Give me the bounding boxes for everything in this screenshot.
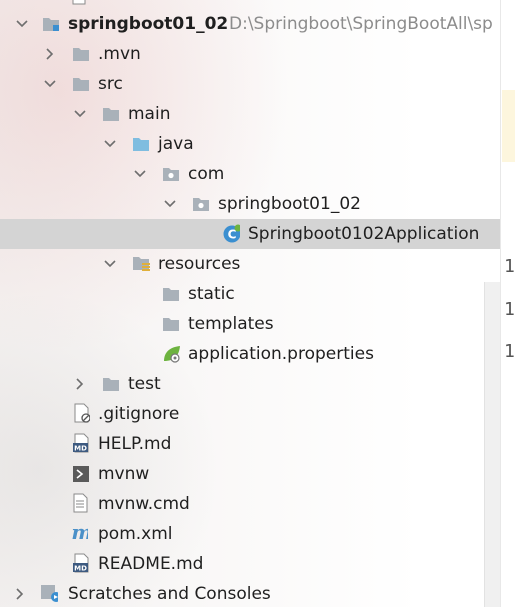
tree-row-com[interactable]: com [0,159,500,189]
svg-text:m: m [71,522,88,542]
folder-icon [162,285,180,303]
folder-icon [72,45,90,63]
tree-row-project[interactable]: springboot01_02 D:\Springboot\SpringBoot… [0,9,500,39]
spring-properties-icon [162,345,180,363]
tree-label: application.properties [188,344,374,364]
tree-row-pom[interactable]: m pom.xml [0,519,500,549]
chevron-down-icon[interactable] [44,78,56,90]
tree-row-static[interactable]: static [0,279,500,309]
scratches-icon [40,584,58,602]
tree-row-gitignore[interactable]: .gitignore [0,399,500,429]
tree-label: test [128,374,161,394]
chevron-right-icon[interactable] [44,48,56,60]
tree-label: main [128,104,171,124]
markdown-file-icon: MD [72,553,90,573]
tree-row-main[interactable]: main [0,99,500,129]
tree-label: mvnw [98,464,150,484]
chevron-down-icon[interactable] [104,138,116,150]
maven-icon: m [70,522,88,542]
tree-label: HELP.md [98,434,172,454]
tree-label: .gitignore [98,404,180,424]
file-icon [70,0,88,6]
tree-row-mvnw[interactable]: mvnw [0,459,500,489]
tree-label: src [98,74,123,94]
tree-row-help-md[interactable]: MD HELP.md [0,429,500,459]
tree-label: README.md [98,554,204,574]
chevron-down-icon[interactable] [134,168,146,180]
package-icon [192,195,210,213]
tree-row-java[interactable]: java [0,129,500,159]
shell-script-icon [72,465,90,483]
project-tree[interactable]: springboot01_02 D:\Springboot\SpringBoot… [0,0,500,607]
chevron-down-icon[interactable] [164,198,176,210]
package-icon [162,165,180,183]
project-name: springboot01_02 [68,14,229,34]
tree-row-templates[interactable]: templates [0,309,500,339]
tree-label: pom.xml [98,524,173,544]
tree-row-app-properties[interactable]: application.properties [0,339,500,369]
project-path: D:\Springboot\SpringBootAll\sp [229,14,493,34]
svg-text:MD: MD [74,445,87,453]
tree-label: Springboot0102Application [248,224,480,244]
chevron-down-icon[interactable] [104,258,116,270]
spring-boot-class-icon: C [222,224,240,243]
tree-label: mvnw.cmd [98,494,190,514]
resources-folder-icon [132,255,150,273]
chevron-right-icon[interactable] [14,588,26,600]
vertical-scrollbar[interactable] [484,282,501,607]
folder-icon [72,75,90,93]
gutter-line-number: 1 [504,256,515,277]
tree-label: com [188,164,225,184]
tree-row-app-class[interactable]: C Springboot0102Application [0,219,500,249]
chevron-down-icon[interactable] [16,18,28,30]
tree-row-package[interactable]: springboot01_02 [0,189,500,219]
text-file-icon [72,493,90,513]
tree-label: java [158,134,194,154]
tree-label: springboot01_02 [218,194,361,214]
tree-label: static [188,284,235,304]
tree-label: Scratches and Consoles [68,584,271,604]
gutter-line-number: 1 [504,341,515,362]
tree-row-mvnw-cmd[interactable]: mvnw.cmd [0,489,500,519]
tree-row-resources[interactable]: resources [0,249,500,279]
folder-icon [162,315,180,333]
folder-icon [102,105,120,123]
chevron-right-icon[interactable] [74,378,86,390]
source-folder-icon [132,135,150,153]
ignore-file-icon [72,403,90,423]
svg-text:MD: MD [74,565,87,573]
gutter-line-number: 1 [504,299,515,320]
tree-row-readme[interactable]: MD README.md [0,549,500,579]
editor-highlight-edge [502,90,515,162]
module-folder-icon [42,15,60,33]
tree-row-test[interactable]: test [0,369,500,399]
tree-label: templates [188,314,274,334]
tree-row-scratches[interactable]: Scratches and Consoles [0,579,500,609]
tree-row-mvn[interactable]: .mvn [0,39,500,69]
folder-icon [102,375,120,393]
tree-row-src[interactable]: src [0,69,500,99]
tree-label: .mvn [98,44,141,64]
chevron-down-icon[interactable] [74,108,86,120]
tree-label: resources [158,254,241,274]
markdown-file-icon: MD [72,433,90,453]
